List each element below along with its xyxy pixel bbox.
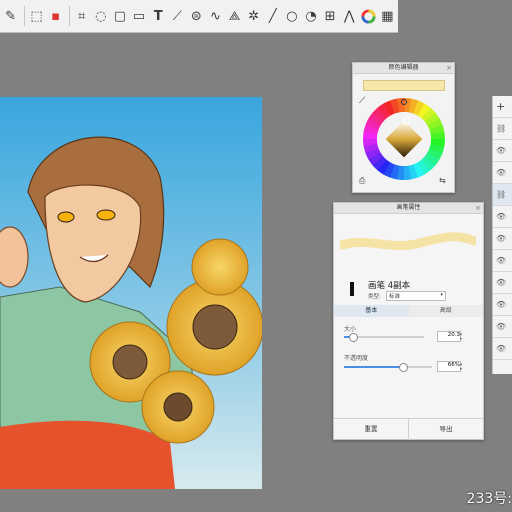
fill-icon[interactable]: ◔ <box>302 7 319 26</box>
brush-name: 画笔 4副本 <box>368 281 411 291</box>
layer-row[interactable]: 👁 <box>493 206 512 228</box>
grid-icon[interactable]: ▦ <box>379 7 396 26</box>
eye-icon[interactable]: 👁 <box>496 234 506 243</box>
swap-colors-icon[interactable]: ⇆ <box>439 176 446 185</box>
layer-row[interactable]: 👁 <box>493 250 512 272</box>
eye-icon[interactable]: 👁 <box>496 146 506 155</box>
opacity-slider[interactable] <box>344 363 432 372</box>
add-layer-button[interactable]: + <box>493 96 512 118</box>
layer-row[interactable]: 👁 <box>493 140 512 162</box>
close-icon[interactable]: × <box>475 203 481 213</box>
layer-row[interactable]: ⛓ <box>493 118 512 140</box>
brush-type-select[interactable]: 标准 ▾ <box>386 291 446 301</box>
perspective-icon[interactable]: ⟁ <box>226 7 243 26</box>
opacity-slider-handle[interactable] <box>399 363 409 372</box>
layers-panel: + ⛓ 👁 👁 ⛓ 👁 👁 👁 👁 👁 👁 👁 <box>492 96 512 374</box>
layer-row[interactable]: 👁 <box>493 338 512 360</box>
new-file-icon[interactable]: ▪ <box>47 7 64 26</box>
layer-row[interactable]: ⛓ <box>493 184 512 206</box>
eye-icon[interactable]: 👁 <box>496 256 506 265</box>
layer-icon[interactable]: ▭ <box>130 7 147 26</box>
transform-icon[interactable]: ▢ <box>111 7 128 26</box>
brush-stroke-icon[interactable]: ∿ <box>207 7 224 26</box>
color-wheel-icon[interactable] <box>360 7 377 26</box>
color-wheel[interactable] <box>360 95 448 183</box>
crop-icon[interactable]: ⌗ <box>73 7 90 26</box>
opacity-slider-fill <box>344 366 403 368</box>
brush-type-value: 标准 <box>389 294 401 300</box>
tab-basic[interactable]: 基本 <box>334 305 409 317</box>
brush-stroke-preview <box>340 232 476 251</box>
pen-icon[interactable]: ⟋ <box>169 7 186 26</box>
opacity-stepper[interactable]: ▴ ▾ <box>460 361 466 372</box>
brush-panel-footer: 重置 导出 <box>334 418 483 440</box>
brush-type-label: 类型: <box>368 294 381 300</box>
layer-row[interactable]: 👁 <box>493 316 512 338</box>
size-label: 大小 <box>344 326 357 333</box>
reset-button[interactable]: 重置 <box>334 419 409 440</box>
shape-icon[interactable]: ⊜ <box>188 7 205 26</box>
eye-icon[interactable]: 👁 <box>496 344 506 353</box>
color-editor-panel: 颜色编辑器 × ⟋ ⎙ ⇆ <box>352 62 455 193</box>
size-value: 20.3 <box>447 332 460 338</box>
printer-icon[interactable]: ⎙ <box>359 176 365 186</box>
flip-icon[interactable]: ⋀ <box>341 7 358 26</box>
opacity-value-field[interactable]: 66% <box>437 361 461 372</box>
brush-properties-panel: 画笔属性 × 画笔 4副本 类型: 标准 ▾ 基本 高级 大小 20.3 ▴ ▾ … <box>333 202 484 440</box>
size-value-field[interactable]: 20.3 <box>437 331 461 342</box>
toolbar-divider <box>24 6 26 26</box>
current-color-swatch[interactable] <box>363 80 445 91</box>
link-icon: ⛓ <box>496 124 507 133</box>
layer-row[interactable]: 👁 <box>493 294 512 316</box>
chevron-down-icon: ▾ <box>440 292 443 298</box>
eye-icon[interactable]: 👁 <box>496 300 506 309</box>
link-icon: ⛓ <box>496 190 507 199</box>
color-wheel-glyph <box>361 8 376 24</box>
toolbar-divider <box>69 6 71 26</box>
eye-icon[interactable]: 👁 <box>496 168 506 177</box>
export-button[interactable]: 导出 <box>409 419 483 440</box>
layer-row[interactable]: 👁 <box>493 162 512 184</box>
layer-row[interactable]: 👁 <box>493 228 512 250</box>
symmetry-icon[interactable]: ✲ <box>245 7 262 26</box>
circle-icon[interactable]: ○ <box>283 7 300 26</box>
size-slider-handle[interactable] <box>349 333 358 342</box>
size-stepper[interactable]: ▴ ▾ <box>460 331 466 342</box>
lasso-icon[interactable]: ◌ <box>92 7 109 26</box>
eye-icon[interactable]: 👁 <box>496 212 506 221</box>
watermark-text: 233号: <box>466 491 512 507</box>
sunflower <box>191 238 249 296</box>
panel-title: 画笔属性 <box>396 204 421 211</box>
opacity-label: 不透明度 <box>344 355 369 362</box>
drawing-canvas[interactable] <box>0 97 262 489</box>
brush-tool-icon[interactable]: ✎ <box>2 7 19 26</box>
layer-row[interactable]: 👁 <box>493 272 512 294</box>
adjust-icon[interactable]: ⊞ <box>322 7 339 26</box>
brush-panel-title-bar[interactable]: 画笔属性 × <box>334 203 483 214</box>
color-editor-title-bar[interactable]: 颜色编辑器 × <box>353 63 454 74</box>
artwork <box>0 97 262 489</box>
eye-icon[interactable]: 👁 <box>496 278 506 287</box>
opacity-value: 66% <box>447 362 460 368</box>
brush-tabs: 基本 高级 <box>334 305 483 317</box>
line-icon[interactable]: ╱ <box>264 7 281 26</box>
sunflower <box>141 370 215 444</box>
close-icon[interactable]: × <box>446 63 452 73</box>
size-slider[interactable] <box>344 333 424 342</box>
eye-icon[interactable]: 👁 <box>496 322 506 331</box>
tab-advanced[interactable]: 高级 <box>408 305 483 317</box>
panel-title: 颜色编辑器 <box>388 64 419 71</box>
brush-tip-icon <box>350 282 354 296</box>
top-toolbar: ✎ ⬚ ▪ ⌗ ◌ ▢ ▭ T ⟋ ⊜ ∿ ⟁ ✲ ╱ ○ ◔ ⊞ ⋀ ▦ <box>0 0 398 33</box>
text-icon[interactable]: T <box>150 7 167 26</box>
selection-icon[interactable]: ⬚ <box>28 7 45 26</box>
